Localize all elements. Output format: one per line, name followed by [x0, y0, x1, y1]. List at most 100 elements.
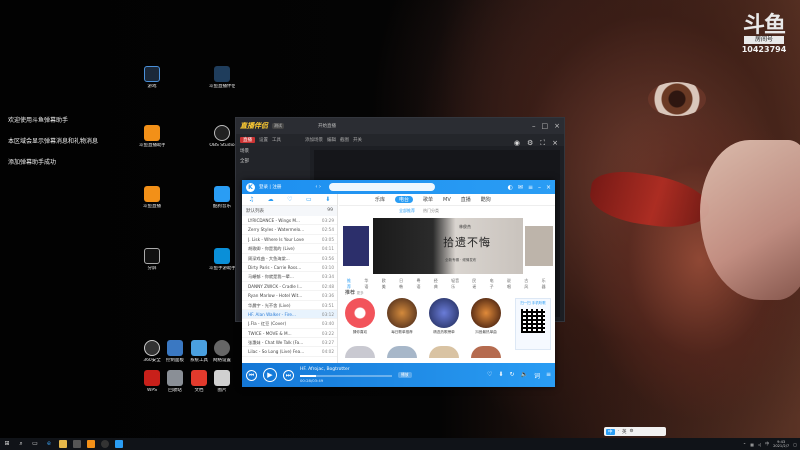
category-item[interactable]: 轻音乐	[451, 278, 462, 290]
heart-icon[interactable]: ♡	[287, 196, 292, 203]
category-item[interactable]: 古风	[524, 278, 531, 290]
desktop-icon-douyu[interactable]: 斗鱼直播	[139, 186, 165, 210]
banner-prev-slide[interactable]	[343, 226, 369, 266]
subtab-1[interactable]: 热门分类	[423, 208, 439, 214]
search-input[interactable]	[328, 183, 435, 191]
volume-icon[interactable]: ◁	[758, 442, 761, 447]
song-row[interactable]: 胡歌卿 - 你是我的 (Live) 04:11	[242, 244, 337, 254]
desktop-icon-pictures[interactable]: 图片	[209, 370, 235, 394]
desktop-icon-network[interactable]: 网络设置	[209, 340, 235, 364]
ime-indicator[interactable]: 中	[765, 441, 769, 447]
edge-icon[interactable]: e	[45, 440, 53, 448]
cloud-icon[interactable]: ☁	[268, 196, 274, 203]
previous-icon[interactable]: ⏮	[246, 369, 257, 381]
desktop-icon-douyu-companion[interactable]: 斗鱼直播伴侣	[209, 66, 235, 90]
download-icon[interactable]: ⬇	[498, 371, 503, 380]
banner[interactable]: 林俊杰 拾遗不悔 全新专辑 · 倾情发布	[343, 218, 553, 274]
progress-bar[interactable]	[300, 375, 392, 377]
next-icon[interactable]: ⏭	[283, 369, 294, 381]
back-icon[interactable]: ‹ ›	[315, 184, 321, 190]
subtab-0[interactable]: 全部推荐	[399, 208, 415, 214]
desktop-icon-obs[interactable]: OBS Studio	[209, 125, 235, 149]
live-companion-titlebar[interactable]: 直播伴侣 测试 开始直播 – □ ×	[236, 118, 564, 134]
recommend-more-link[interactable]: 更多	[357, 291, 364, 295]
douyu-icon[interactable]	[87, 440, 95, 448]
heart-icon[interactable]: ♡	[487, 371, 492, 380]
add-scene-button[interactable]: 添加场景	[305, 137, 323, 143]
card-daily[interactable]: 每日歌单推荐	[387, 298, 417, 335]
maximize-icon[interactable]: □	[542, 122, 549, 130]
song-row[interactable]: DANNY ZWICK - Cradle I... 02:48	[242, 282, 337, 292]
minimize-icon[interactable]: –	[532, 122, 536, 130]
tab-5[interactable]: 酷狗	[481, 196, 491, 203]
category-item[interactable]: 民谣	[472, 278, 479, 290]
folder-icon[interactable]	[59, 440, 67, 448]
network-icon[interactable]: ▦	[750, 442, 754, 447]
desktop-icon-split[interactable]: 分屏	[139, 248, 165, 272]
tab-settings[interactable]: 设置	[259, 137, 268, 143]
mic-icon[interactable]: ◉	[514, 139, 520, 148]
fullscreen-icon[interactable]: ⛶	[540, 139, 545, 148]
music-note-icon[interactable]: ♫	[249, 196, 254, 203]
obs-icon[interactable]	[101, 440, 109, 448]
login-link[interactable]: 登录 | 注册	[259, 184, 281, 190]
scene-item[interactable]: 场景	[236, 146, 310, 156]
category-item[interactable]: 华语	[364, 278, 371, 290]
device-icon[interactable]: ▭	[306, 196, 312, 203]
song-row[interactable]: J.Fla - 红豆 (Cover) 03:40	[242, 319, 337, 329]
song-row[interactable]: 张惠妹 - Chat We Talk (Fa... 03:27	[242, 338, 337, 348]
category-item[interactable]: 乐器	[542, 278, 549, 290]
gear-icon[interactable]: ⚙	[629, 429, 633, 434]
banner-next-slide[interactable]	[525, 226, 553, 266]
song-row[interactable]: 周深戏曲 - 大鱼海棠... 03:56	[242, 254, 337, 263]
song-row[interactable]: 马頔郁 - 你就是我一辈... 03:34	[242, 272, 337, 282]
screenshot-button[interactable]: 截图	[340, 137, 349, 143]
tab-4[interactable]: 直播	[461, 196, 471, 203]
close-icon[interactable]: ×	[554, 122, 560, 130]
song-row[interactable]: Zerry Styles - Watermelo... 02:54	[242, 225, 337, 235]
loop-icon[interactable]: ↻	[509, 371, 514, 380]
search-icon[interactable]: ⌕	[17, 440, 25, 448]
message-icon[interactable]: ✉	[518, 184, 523, 191]
category-item[interactable]: 欧美	[382, 278, 389, 290]
tab-1[interactable]: 电台	[395, 196, 414, 203]
tab-3[interactable]: MV	[443, 197, 451, 203]
song-row[interactable]: J. Lisk - Where Is Your Love 03:05	[242, 235, 337, 245]
kugou-icon[interactable]	[115, 440, 123, 448]
clock[interactable]: 9:43 2021/2/7	[773, 440, 789, 449]
windows-icon[interactable]: ⊞	[3, 440, 11, 448]
playlist-icon[interactable]: ≡	[546, 371, 551, 380]
song-row[interactable]: LYRICDANCE - Wings M... 03:29	[242, 216, 337, 226]
desktop-icon-game[interactable]: 游戏	[139, 66, 165, 90]
play-icon[interactable]: ▶	[263, 368, 277, 382]
lyrics-icon[interactable]: 词	[534, 371, 540, 380]
toggle-button[interactable]: 开关	[353, 137, 362, 143]
close-icon[interactable]: ×	[546, 184, 551, 191]
tab-0[interactable]: 乐库	[375, 196, 385, 203]
song-row[interactable]: TWICE - MOVE & M... 03:22	[242, 329, 337, 339]
tab-live[interactable]: 直播	[240, 137, 255, 143]
minimize-icon[interactable]: –	[538, 184, 541, 191]
notification-icon[interactable]: ▢	[793, 442, 797, 447]
song-row[interactable]: Lilac - So Long (Live) Fea... 04:02	[242, 347, 337, 357]
start-live-button[interactable]: 开始直播	[318, 123, 336, 129]
download-icon[interactable]: ⬇	[325, 196, 330, 203]
cover-image[interactable]	[471, 346, 501, 358]
song-row[interactable]: 华晨宇 - 光不舍 (Live) 03:51	[242, 301, 337, 310]
desktop-icon-mobile-assistant[interactable]: 斗鱼手游助手	[209, 248, 235, 272]
song-row[interactable]: HF. Alan Walker - Fire... 03:12	[242, 309, 337, 320]
edit-button[interactable]: 编辑	[327, 137, 336, 143]
card-hot[interactable]: 精选热歌榜单	[429, 298, 459, 335]
song-row[interactable]: Ryan Marlow - Hotel Wit... 03:36	[242, 291, 337, 301]
tab-2[interactable]: 歌单	[423, 196, 433, 203]
scene-item[interactable]: 全部	[236, 156, 310, 166]
cover-image[interactable]	[429, 346, 459, 358]
ime-toolbar[interactable]: 中 · 英 ⚙	[604, 427, 666, 436]
desktop-icon-douyu-assistant[interactable]: 斗鱼直播助手	[139, 125, 165, 149]
close-icon[interactable]: ×	[552, 139, 558, 148]
kugou-titlebar[interactable]: K 登录 | 注册 ‹ › ◐ ✉ ≡ – ×	[242, 180, 555, 194]
category-item[interactable]: 电子	[490, 278, 497, 290]
store-icon[interactable]	[73, 440, 81, 448]
category-item[interactable]: 说唱	[507, 278, 514, 290]
play-mode-button[interactable]: 播放	[398, 372, 412, 378]
